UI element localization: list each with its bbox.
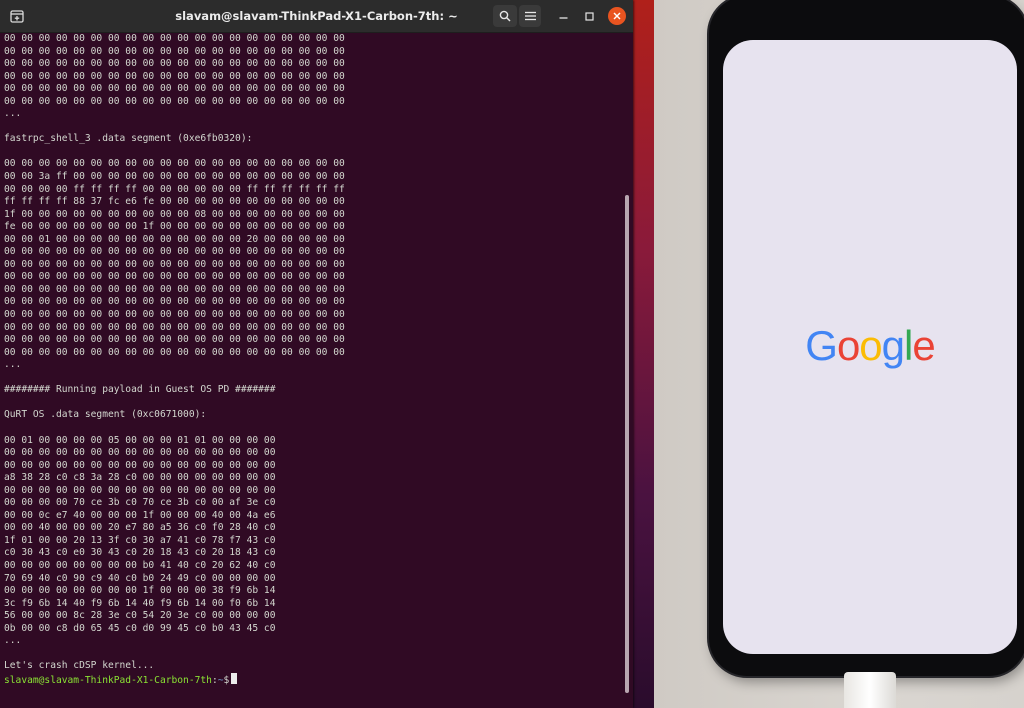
terminal-prompt-line[interactable]: slavam@slavam-ThinkPad-X1-Carbon-7th:~$ [4, 672, 624, 686]
terminal-line: 0b 00 00 c8 d0 65 45 c0 d0 99 45 c0 b0 4… [4, 622, 276, 634]
terminal-line: 00 00 00 00 00 00 00 00 00 00 00 00 00 0… [4, 447, 276, 459]
terminal-line: 00 00 01 00 00 00 00 00 00 00 00 00 00 0… [4, 233, 345, 245]
prompt-user: slavam@slavam-ThinkPad-X1-Carbon-7th [4, 674, 212, 686]
terminal-line: 00 00 00 00 00 00 00 00 00 00 00 00 00 0… [4, 484, 276, 496]
terminal-line: 00 00 00 00 00 00 00 00 00 00 00 00 00 0… [4, 346, 345, 358]
terminal-line: 00 00 00 00 00 00 00 00 00 00 00 00 00 0… [4, 58, 345, 70]
terminal-line: ... [4, 108, 22, 120]
phone-device: Google [709, 0, 1024, 676]
menu-button[interactable] [519, 5, 541, 27]
terminal-line: 00 00 3a ff 00 00 00 00 00 00 00 00 00 0… [4, 171, 345, 183]
prompt-symbol: $ [223, 674, 230, 686]
terminal-line: 00 01 00 00 00 00 05 00 00 00 01 01 00 0… [4, 434, 276, 446]
terminal-line: 00 00 0c e7 40 00 00 00 1f 00 00 00 40 0… [4, 509, 276, 521]
terminal-line: 00 00 00 00 00 00 00 00 00 00 00 00 00 0… [4, 296, 345, 308]
terminal-scrollbar[interactable] [625, 195, 629, 693]
new-tab-button[interactable] [7, 5, 27, 27]
close-button[interactable] [608, 7, 626, 25]
terminal-titlebar[interactable]: slavam@slavam-ThinkPad-X1-Carbon-7th: ~ [0, 0, 633, 33]
terminal-line: 3c f9 6b 14 40 f9 6b 14 40 f9 6b 14 00 f… [4, 597, 276, 609]
terminal-line: 00 00 00 00 00 00 00 00 00 00 00 00 00 0… [4, 70, 345, 82]
terminal-line: fastrpc_shell_3 .data segment (0xe6fb032… [4, 133, 253, 145]
google-logo-letter: g [881, 322, 905, 369]
terminal-line: fe 00 00 00 00 00 00 00 1f 00 00 00 00 0… [4, 221, 345, 233]
terminal-line: 00 00 00 00 00 00 00 00 00 00 00 00 00 0… [4, 283, 345, 295]
terminal-line: 70 69 40 c0 90 c9 40 c0 b0 24 49 c0 00 0… [4, 572, 276, 584]
terminal-line: 00 00 00 00 00 00 00 00 00 00 00 00 00 0… [4, 321, 345, 333]
google-logo-letter: G [805, 322, 838, 369]
terminal-line: 00 00 00 00 00 00 00 00 00 00 00 00 00 0… [4, 83, 345, 95]
usb-cable [844, 672, 896, 708]
terminal-line: a8 38 28 c0 c8 3a 28 c0 00 00 00 00 00 0… [4, 472, 276, 484]
search-button[interactable] [493, 5, 517, 27]
hamburger-menu-icon [524, 11, 536, 21]
terminal-line: ... [4, 635, 22, 647]
close-icon [613, 12, 621, 20]
google-logo-letter: o [859, 322, 882, 369]
terminal-line: 00 00 00 00 00 00 00 00 00 00 00 00 00 0… [4, 246, 345, 258]
minimize-icon [559, 16, 567, 19]
terminal-line: 1f 00 00 00 00 00 00 00 00 00 00 08 00 0… [4, 208, 345, 220]
terminal-line: 00 00 00 00 00 00 00 00 00 00 00 00 00 0… [4, 33, 345, 44]
terminal-line: c0 30 43 c0 e0 30 43 c0 20 18 43 c0 20 1… [4, 547, 276, 559]
terminal-line: 00 00 00 00 00 00 00 00 00 00 00 00 00 0… [4, 95, 345, 107]
terminal-window[interactable]: slavam@slavam-ThinkPad-X1-Carbon-7th: ~ [0, 0, 633, 708]
terminal-line: 00 00 00 00 00 00 00 00 00 00 00 00 00 0… [4, 258, 345, 270]
maximize-button[interactable] [580, 5, 598, 27]
terminal-line: 00 00 00 00 00 00 00 00 00 00 00 00 00 0… [4, 271, 345, 283]
terminal-line: ######## Running payload in Guest OS PD … [4, 384, 276, 396]
terminal-line: 00 00 00 00 00 00 00 00 1f 00 00 00 38 f… [4, 585, 276, 597]
phone-screen: Google [723, 40, 1017, 654]
terminal-line: 00 00 00 00 00 00 00 00 00 00 00 00 00 0… [4, 334, 345, 346]
minimize-button[interactable] [554, 5, 572, 27]
maximize-icon [584, 11, 594, 21]
terminal-line: 00 00 00 00 70 ce 3b c0 70 ce 3b c0 00 a… [4, 497, 276, 509]
google-logo-letter: e [912, 322, 935, 369]
terminal-line: 00 00 00 00 00 00 00 00 00 00 00 00 00 0… [4, 158, 345, 170]
terminal-output[interactable]: 00 00 00 00 00 00 00 00 00 00 00 00 00 0… [4, 33, 624, 703]
terminal-line: 00 00 00 00 00 00 00 00 00 00 00 00 00 0… [4, 45, 345, 57]
terminal-line: 00 00 00 00 00 00 00 00 00 00 00 00 00 0… [4, 459, 276, 471]
terminal-line: 00 00 40 00 00 00 20 e7 80 a5 36 c0 f0 2… [4, 522, 276, 534]
desktop-wallpaper [632, 0, 654, 708]
terminal-line: 00 00 00 00 00 00 00 00 b0 41 40 c0 20 6… [4, 559, 276, 571]
phone-photo: Google [654, 0, 1024, 708]
terminal-line: ... [4, 359, 22, 371]
terminal-line: Let's crash cDSP kernel... [4, 660, 155, 672]
terminal-line: ff ff ff ff 88 37 fc e6 fe 00 00 00 00 0… [4, 196, 345, 208]
new-tab-icon [10, 9, 24, 23]
terminal-line: 00 00 00 00 ff ff ff ff 00 00 00 00 00 0… [4, 183, 345, 195]
terminal-line: 56 00 00 00 8c 28 3e c0 54 20 3e c0 00 0… [4, 610, 276, 622]
terminal-cursor [231, 672, 238, 684]
terminal-line: QuRT OS .data segment (0xc0671000): [4, 409, 207, 421]
google-logo: Google [805, 322, 935, 370]
search-icon [499, 10, 511, 22]
terminal-line: 00 00 00 00 00 00 00 00 00 00 00 00 00 0… [4, 309, 345, 321]
google-logo-letter: o [836, 322, 860, 369]
terminal-line: 1f 01 00 00 20 13 3f c0 30 a7 41 c0 78 f… [4, 534, 276, 546]
